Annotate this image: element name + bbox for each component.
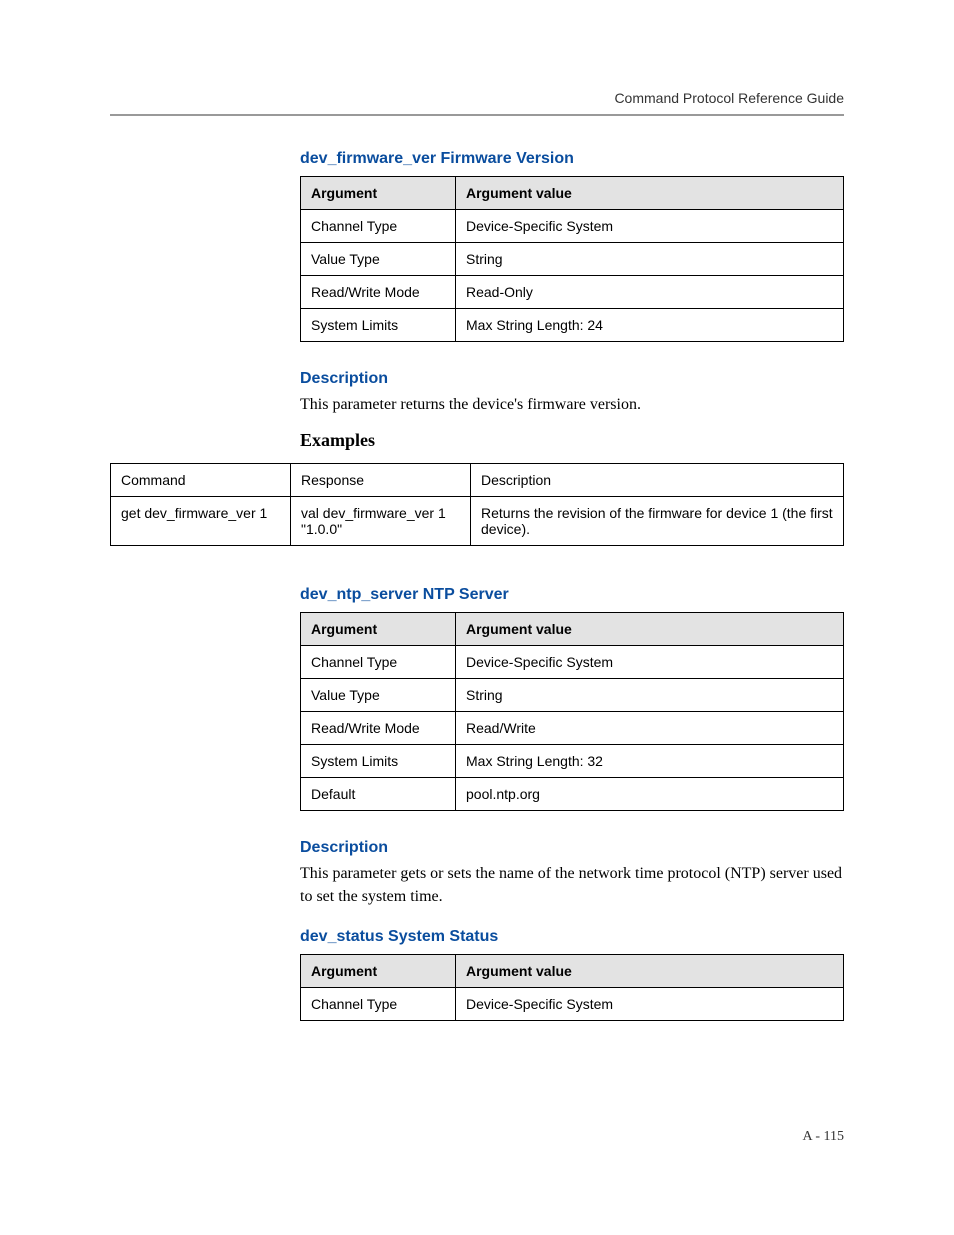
cell-val: Read/Write — [456, 712, 844, 745]
examples-table-wrapper: Command Response Description get dev_fir… — [110, 463, 844, 546]
cell-val: Max String Length: 32 — [456, 745, 844, 778]
ntp-arg-table: Argument Argument value Channel Type Dev… — [300, 612, 844, 811]
section-status: dev_status System Status Argument Argume… — [300, 928, 844, 1021]
col-response: Response — [291, 464, 471, 497]
cell-arg: Default — [301, 778, 456, 811]
table-row: Value Type String — [301, 679, 844, 712]
section-firmware: dev_firmware_ver Firmware Version Argume… — [300, 150, 844, 451]
page: Command Protocol Reference Guide dev_fir… — [0, 0, 954, 1235]
cell-command: get dev_firmware_ver 1 — [111, 497, 291, 546]
firmware-arg-table: Argument Argument value Channel Type Dev… — [300, 176, 844, 342]
table-header-row: Command Response Description — [111, 464, 844, 497]
firmware-examples-table: Command Response Description get dev_fir… — [110, 463, 844, 546]
table-row: Channel Type Device-Specific System — [301, 646, 844, 679]
cell-val: Max String Length: 24 — [456, 309, 844, 342]
table-header-row: Argument Argument value — [301, 177, 844, 210]
table-row: Channel Type Device-Specific System — [301, 210, 844, 243]
col-argument: Argument — [301, 613, 456, 646]
cell-arg: Channel Type — [301, 988, 456, 1021]
cell-response: val dev_firmware_ver 1 "1.0.0" — [291, 497, 471, 546]
section-title-ntp: dev_ntp_server NTP Server — [300, 586, 844, 604]
col-argument: Argument — [301, 177, 456, 210]
cell-arg: Value Type — [301, 679, 456, 712]
header-rule — [110, 114, 844, 116]
table-row: Read/Write Mode Read/Write — [301, 712, 844, 745]
description-text: This parameter returns the device's firm… — [300, 394, 844, 416]
col-description: Description — [471, 464, 844, 497]
cell-val: pool.ntp.org — [456, 778, 844, 811]
description-text: This parameter gets or sets the name of … — [300, 863, 844, 908]
col-command: Command — [111, 464, 291, 497]
table-row: Read/Write Mode Read-Only — [301, 276, 844, 309]
table-row: System Limits Max String Length: 32 — [301, 745, 844, 778]
section-ntp: dev_ntp_server NTP Server Argument Argum… — [300, 586, 844, 908]
cell-arg: System Limits — [301, 309, 456, 342]
status-arg-table: Argument Argument value Channel Type Dev… — [300, 954, 844, 1021]
cell-val: String — [456, 243, 844, 276]
page-number: A - 115 — [803, 1129, 844, 1145]
table-header-row: Argument Argument value — [301, 613, 844, 646]
cell-arg: Read/Write Mode — [301, 712, 456, 745]
cell-val: Device-Specific System — [456, 210, 844, 243]
cell-arg: Channel Type — [301, 210, 456, 243]
description-heading: Description — [300, 839, 844, 857]
table-header-row: Argument Argument value — [301, 955, 844, 988]
running-header: Command Protocol Reference Guide — [110, 90, 844, 106]
examples-heading: Examples — [300, 430, 844, 451]
description-heading: Description — [300, 370, 844, 388]
col-argument-value: Argument value — [456, 177, 844, 210]
table-row: Value Type String — [301, 243, 844, 276]
cell-arg: Channel Type — [301, 646, 456, 679]
section-title-firmware: dev_firmware_ver Firmware Version — [300, 150, 844, 168]
cell-arg: System Limits — [301, 745, 456, 778]
table-row: System Limits Max String Length: 24 — [301, 309, 844, 342]
cell-desc: Returns the revision of the firmware for… — [471, 497, 844, 546]
cell-val: Read-Only — [456, 276, 844, 309]
cell-val: Device-Specific System — [456, 988, 844, 1021]
cell-arg: Value Type — [301, 243, 456, 276]
table-row: get dev_firmware_ver 1 val dev_firmware_… — [111, 497, 844, 546]
col-argument-value: Argument value — [456, 613, 844, 646]
cell-val: String — [456, 679, 844, 712]
section-title-status: dev_status System Status — [300, 928, 844, 946]
cell-arg: Read/Write Mode — [301, 276, 456, 309]
col-argument: Argument — [301, 955, 456, 988]
cell-val: Device-Specific System — [456, 646, 844, 679]
table-row: Channel Type Device-Specific System — [301, 988, 844, 1021]
col-argument-value: Argument value — [456, 955, 844, 988]
table-row: Default pool.ntp.org — [301, 778, 844, 811]
